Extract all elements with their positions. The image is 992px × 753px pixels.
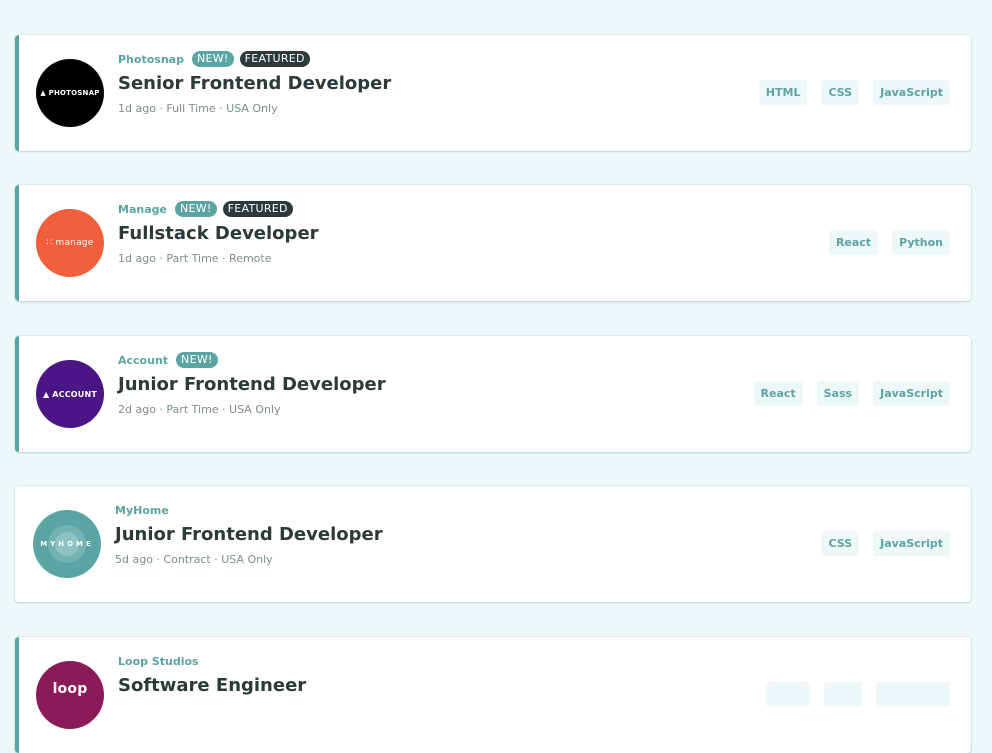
company-name: Photosnap	[118, 52, 184, 66]
logo-text: ▲ ACCOUNT	[42, 389, 98, 399]
company-logo: ▲ ACCOUNT	[36, 360, 104, 428]
company-name: Loop Studios	[118, 654, 199, 668]
job-position[interactable]: Fullstack Developer	[118, 223, 319, 244]
tag-filter[interactable]: JavaScript	[873, 80, 950, 105]
logo-text: ▲ PHOTOSNAP	[40, 89, 100, 97]
company-name: Account	[118, 353, 169, 367]
tag-filter[interactable]: JavaScript	[873, 531, 950, 556]
job-tags: HTML CSS JavaScript	[758, 80, 950, 105]
company-name: MyHome	[115, 503, 169, 517]
job-card: loop Loop Studios Software Engineer	[15, 637, 971, 753]
tag-filter[interactable]: CSS	[821, 531, 860, 556]
tag-filter[interactable]: React	[828, 230, 879, 255]
job-info: Loop Studios Software Engineer	[118, 653, 306, 697]
tag-filter[interactable]	[766, 682, 810, 707]
tag-filter[interactable]: JavaScript	[873, 381, 950, 406]
job-info: Photosnap NEW! FEATURED Senior Frontend …	[118, 51, 391, 115]
company-logo: ∷ manage	[36, 209, 104, 277]
job-meta: 1d ago · Full Time · USA Only	[118, 102, 278, 115]
job-info: Manage NEW! FEATURED Fullstack Developer…	[118, 201, 319, 265]
job-tags: React Sass JavaScript	[753, 381, 950, 406]
job-tags: React Python	[828, 230, 950, 255]
company-logo: loop	[36, 661, 104, 729]
job-meta: 1d ago · Part Time · Remote	[118, 252, 272, 265]
job-position[interactable]: Junior Frontend Developer	[118, 374, 386, 395]
tag-filter[interactable]: CSS	[821, 80, 860, 105]
job-tags	[766, 682, 950, 707]
tag-filter[interactable]: HTML	[758, 80, 808, 105]
logo-text: loop	[52, 681, 88, 697]
company-logo: ▲ PHOTOSNAP	[36, 59, 104, 127]
tag-filter[interactable]: React	[753, 381, 803, 406]
job-tags: CSS JavaScript	[821, 531, 950, 556]
job-info: Account NEW! Junior Frontend Developer 2…	[118, 352, 386, 416]
company-logo: MYHOME	[33, 510, 101, 578]
tag-filter[interactable]: Sass	[816, 381, 860, 406]
logo-text: ∷ manage	[46, 238, 94, 248]
job-card: MYHOME MyHome Junior Frontend Developer …	[15, 486, 971, 602]
company-name: Manage	[118, 202, 167, 216]
new-badge: NEW!	[174, 201, 217, 217]
job-card: ▲ ACCOUNT Account NEW! Junior Frontend D…	[15, 336, 971, 452]
job-position[interactable]: Junior Frontend Developer	[115, 524, 383, 545]
new-badge: NEW!	[176, 352, 218, 368]
job-position[interactable]: Senior Frontend Developer	[118, 73, 391, 94]
featured-badge: FEATURED	[222, 201, 293, 217]
tag-filter[interactable]	[876, 682, 950, 707]
tag-filter[interactable]: Python	[892, 230, 950, 255]
featured-badge: FEATURED	[239, 51, 310, 67]
job-info: MyHome Junior Frontend Developer 5d ago …	[115, 502, 383, 567]
job-card: ▲ PHOTOSNAP Photosnap NEW! FEATURED Seni…	[15, 35, 971, 151]
job-meta: 5d ago · Contract · USA Only	[115, 553, 273, 566]
tag-filter[interactable]	[824, 682, 862, 707]
logo-text: MYHOME	[40, 540, 94, 548]
job-meta: 2d ago · Part Time · USA Only	[118, 403, 281, 416]
job-position[interactable]: Software Engineer	[118, 675, 306, 696]
job-card: ∷ manage Manage NEW! FEATURED Fullstack …	[15, 185, 971, 301]
new-badge: NEW!	[191, 51, 234, 67]
